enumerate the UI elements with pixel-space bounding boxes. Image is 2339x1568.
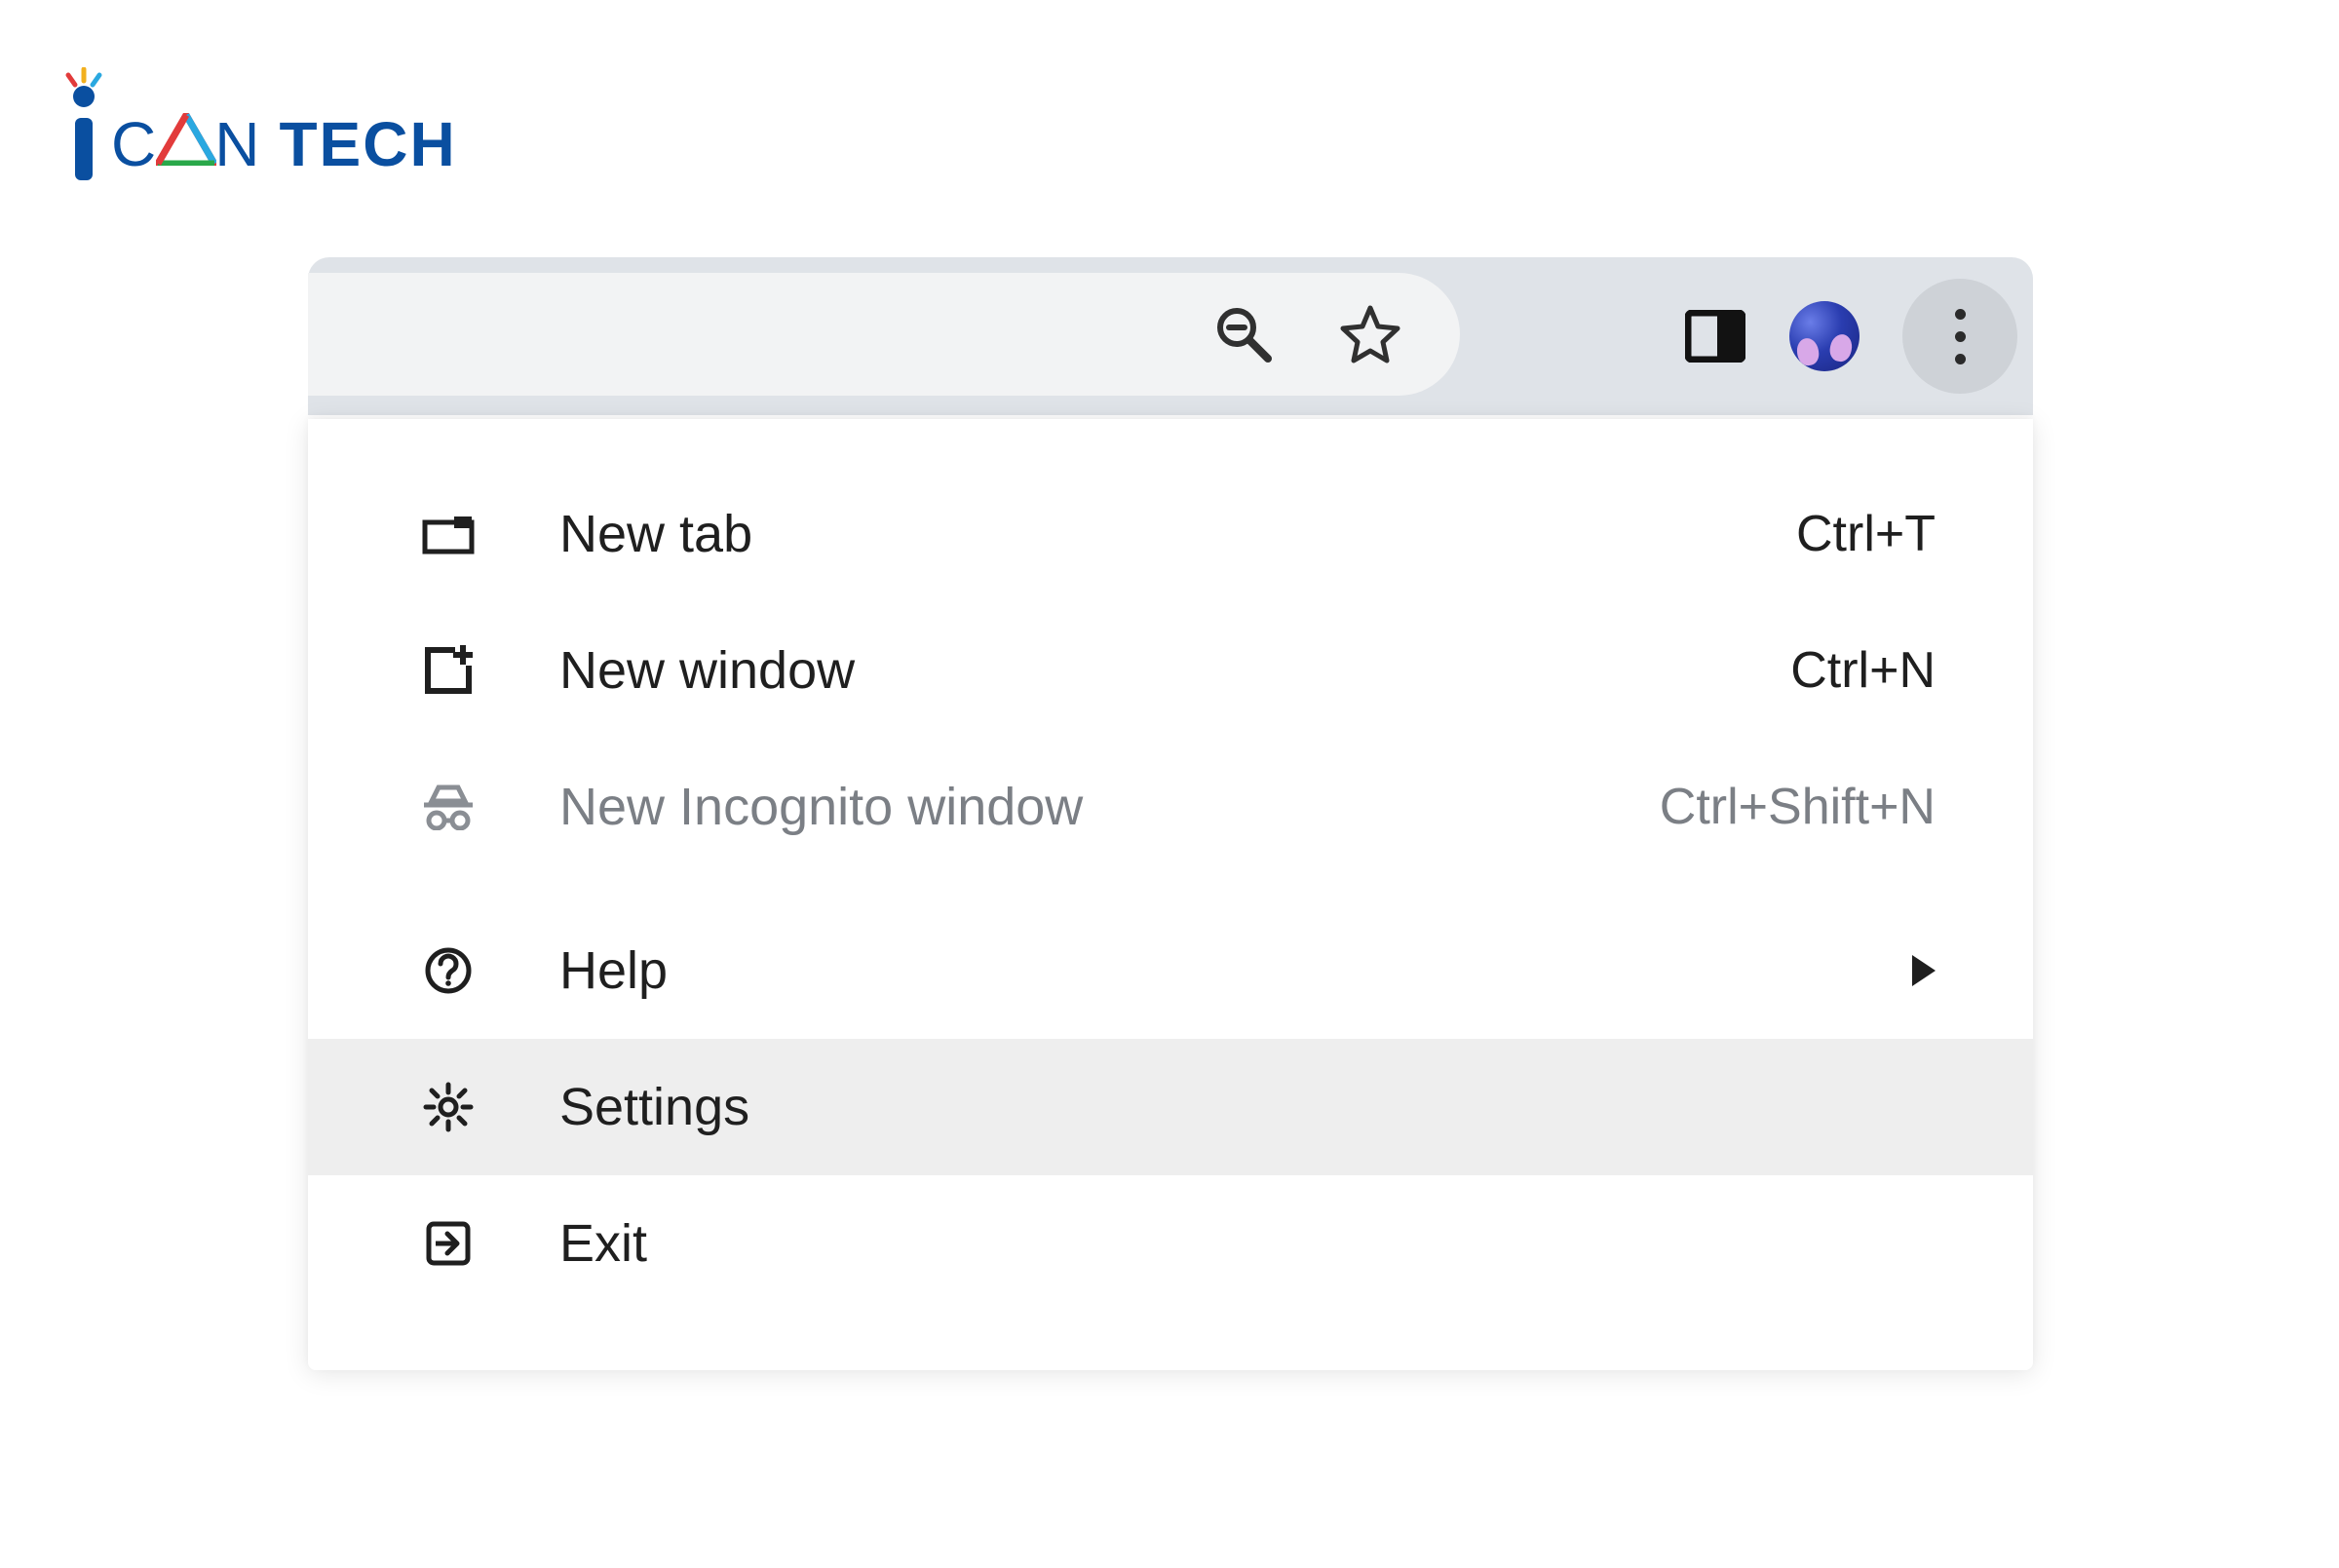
menu-shortcut: Ctrl+Shift+N	[1660, 778, 1936, 836]
menu-label: New window	[478, 640, 1790, 701]
zoom-out-icon[interactable]	[1212, 303, 1275, 365]
help-icon	[419, 946, 478, 995]
tab-icon	[419, 514, 478, 555]
menu-shortcut: Ctrl+N	[1790, 641, 1936, 700]
submenu-arrow-icon	[1912, 955, 1936, 986]
logo-triangle-a	[156, 113, 216, 166]
logo-letter-c: C	[111, 108, 158, 180]
profile-avatar[interactable]	[1789, 301, 1860, 371]
menu-label: New Incognito window	[478, 777, 1660, 837]
logo-tech: TECH	[279, 108, 456, 180]
menu-item-incognito[interactable]: New Incognito window Ctrl+Shift+N	[308, 739, 2033, 875]
browser-ui-crop: New tab Ctrl+T New window Ctrl+N	[308, 257, 2033, 1370]
settings-gear-icon	[419, 1082, 478, 1132]
menu-shortcut: Ctrl+T	[1796, 505, 1936, 563]
new-window-icon	[419, 645, 478, 696]
incognito-icon	[419, 784, 478, 830]
logo-letter-n: N	[214, 108, 261, 180]
menu-item-new-tab[interactable]: New tab Ctrl+T	[308, 466, 2033, 602]
exit-icon	[419, 1219, 478, 1268]
side-panel-icon[interactable]	[1684, 305, 1746, 367]
menu-item-exit[interactable]: Exit	[308, 1175, 2033, 1312]
address-bar-area[interactable]	[308, 273, 1460, 396]
menu-item-help[interactable]: Help	[308, 902, 2033, 1039]
menu-label: Exit	[478, 1213, 1936, 1274]
menu-label: Help	[478, 940, 1912, 1001]
menu-item-settings[interactable]: Settings	[308, 1039, 2033, 1175]
brand-logo: C N TECH	[62, 73, 457, 180]
logo-text: C N TECH	[111, 108, 457, 180]
menu-label: Settings	[478, 1077, 1936, 1137]
menu-item-new-window[interactable]: New window Ctrl+N	[308, 602, 2033, 739]
browser-toolbar	[308, 257, 2033, 415]
bookmark-star-icon[interactable]	[1339, 303, 1401, 365]
overflow-menu: New tab Ctrl+T New window Ctrl+N	[308, 419, 2033, 1370]
menu-label: New tab	[478, 504, 1796, 564]
more-menu-button[interactable]	[1902, 279, 2017, 394]
lightbulb-i-icon	[62, 67, 105, 180]
